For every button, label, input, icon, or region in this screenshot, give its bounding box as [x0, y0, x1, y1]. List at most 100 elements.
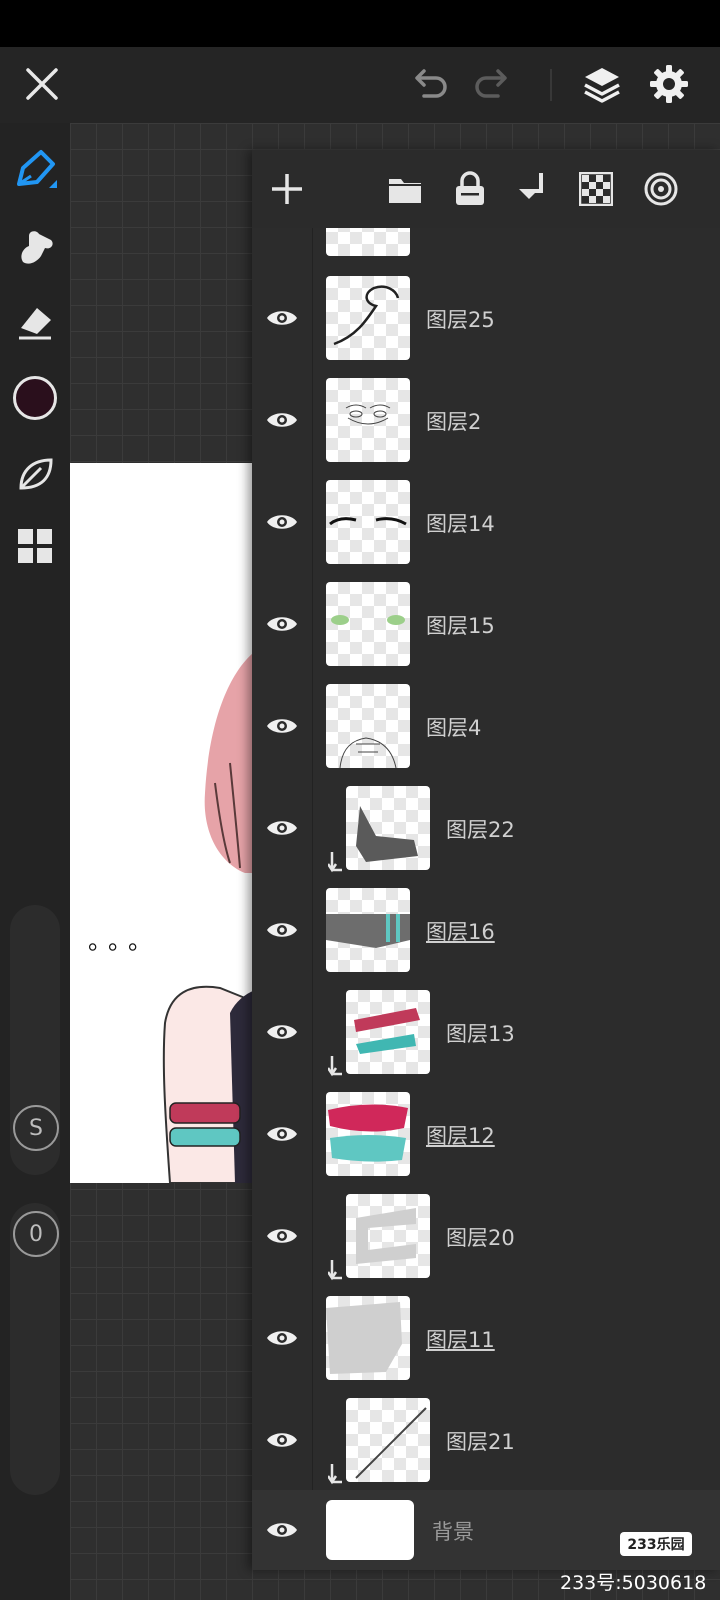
group-layer-button[interactable]	[380, 164, 430, 214]
layer-name: 图层20	[446, 1226, 515, 1250]
close-icon	[26, 68, 58, 100]
top-bar	[0, 47, 720, 123]
layer-thumbnail	[326, 888, 410, 972]
layer-name: 图层4	[426, 716, 482, 740]
layer-thumbnail	[346, 1194, 430, 1278]
undo-button[interactable]	[405, 59, 455, 109]
eye-icon	[267, 1025, 297, 1039]
eye-icon	[267, 1523, 297, 1537]
undo-icon	[415, 69, 447, 98]
brush-size-knob[interactable]: S	[13, 1105, 59, 1151]
transparency-button[interactable]	[571, 164, 621, 214]
layer-row[interactable]: 图层13	[252, 980, 720, 1085]
visibility-toggle[interactable]	[252, 368, 313, 472]
gallery-tool[interactable]	[10, 521, 60, 571]
layer-row[interactable]: 图层25	[252, 266, 720, 371]
visibility-toggle[interactable]	[252, 470, 313, 574]
visibility-toggle[interactable]	[252, 572, 313, 676]
layer-thumbnail	[326, 1092, 410, 1176]
layer-name: 图层22	[446, 818, 515, 842]
target-icon	[644, 172, 678, 206]
layer-row[interactable]: 图层14	[252, 470, 720, 575]
watermark-id: 233号:5030618	[560, 1572, 707, 1594]
layer-name: 图层2	[426, 410, 482, 434]
layer-thumbnail	[326, 276, 410, 360]
checkerboard-icon	[579, 172, 613, 206]
opacity-slider[interactable]: 0	[10, 1203, 60, 1495]
eye-icon	[267, 413, 297, 427]
layers-panel: 图层25 图层2 图层14 图层15 图层4 图层22 图层16 图层13 图层12 图层20 图层…	[252, 150, 720, 1570]
visibility-toggle[interactable]	[252, 776, 313, 880]
layer-thumbnail	[326, 582, 410, 666]
layer-thumbnail	[346, 786, 430, 870]
layer-thumbnail	[346, 990, 430, 1074]
watermark-badge: 233乐园	[620, 1532, 692, 1556]
background-layer-name: 背景	[432, 1520, 474, 1544]
layer-name: 图层14	[426, 512, 495, 536]
layer-effects-button[interactable]	[636, 164, 686, 214]
brush-size-slider[interactable]: S	[10, 905, 60, 1175]
leaf-icon	[19, 458, 53, 490]
color-picker-button[interactable]	[10, 373, 60, 423]
eye-icon	[267, 1229, 297, 1243]
plus-icon	[272, 174, 302, 204]
merge-down-button[interactable]	[509, 164, 559, 214]
smudge-tool[interactable]	[10, 221, 60, 271]
layers-icon	[584, 68, 620, 103]
visibility-toggle[interactable]	[252, 1082, 313, 1186]
layer-row[interactable]: 图层21	[252, 1388, 720, 1490]
layer-thumbnail	[326, 378, 410, 462]
gear-icon	[650, 65, 688, 103]
visibility-toggle[interactable]	[252, 878, 313, 982]
eye-icon	[267, 923, 297, 937]
smudge-icon	[21, 231, 53, 264]
lock-layer-button[interactable]	[445, 164, 495, 214]
layer-row-partial[interactable]	[252, 228, 720, 267]
layer-row[interactable]: 图层20	[252, 1184, 720, 1289]
visibility-toggle[interactable]	[252, 1286, 313, 1390]
background-thumbnail	[326, 1500, 414, 1560]
clipping-mask-icon	[326, 1260, 344, 1287]
layer-name: 图层13	[446, 1022, 515, 1046]
layer-row[interactable]: 图层16	[252, 878, 720, 983]
visibility-toggle[interactable]	[252, 674, 313, 778]
layer-name: 图层12	[426, 1124, 495, 1148]
clipping-mask-icon	[326, 1056, 344, 1083]
layer-name: 图层16	[426, 920, 495, 944]
adjust-tool[interactable]	[10, 449, 60, 499]
visibility-toggle[interactable]	[252, 1388, 313, 1490]
close-button[interactable]	[17, 59, 67, 109]
layer-name: 图层11	[426, 1328, 495, 1352]
layer-row[interactable]: 图层15	[252, 572, 720, 677]
merge-down-icon	[519, 173, 543, 199]
eye-icon	[267, 617, 297, 631]
layer-list[interactable]: 图层25 图层2 图层14 图层15 图层4 图层22 图层16 图层13 图层12 图层20 图层…	[252, 228, 720, 1490]
visibility-toggle[interactable]	[252, 1184, 313, 1288]
eye-icon	[267, 515, 297, 529]
layer-thumbnail	[326, 684, 410, 768]
eraser-tool[interactable]	[10, 297, 60, 347]
visibility-toggle[interactable]	[252, 266, 313, 370]
redo-button[interactable]	[467, 59, 517, 109]
eye-icon	[267, 311, 297, 325]
canvas-dots: 。。。	[88, 927, 160, 955]
settings-button[interactable]	[644, 59, 694, 109]
layer-row[interactable]: 图层22	[252, 776, 720, 881]
layer-row[interactable]: 图层2	[252, 368, 720, 473]
divider	[550, 69, 552, 101]
opacity-knob[interactable]: 0	[13, 1211, 59, 1257]
layer-row[interactable]: 图层4	[252, 674, 720, 779]
brush-tool[interactable]	[10, 145, 60, 195]
visibility-toggle[interactable]	[252, 1490, 312, 1570]
layer-row[interactable]: 图层11	[252, 1286, 720, 1391]
eraser-icon	[19, 308, 51, 340]
visibility-toggle[interactable]	[252, 980, 313, 1084]
layer-name: 图层15	[426, 614, 495, 638]
background-layer-row[interactable]: 背景	[252, 1490, 720, 1570]
grid-icon	[18, 529, 52, 563]
layer-thumbnail	[346, 1398, 430, 1482]
layer-row[interactable]: 图层12	[252, 1082, 720, 1187]
layer-thumbnail	[326, 1296, 410, 1380]
add-layer-button[interactable]	[262, 164, 312, 214]
layers-button[interactable]	[577, 59, 627, 109]
